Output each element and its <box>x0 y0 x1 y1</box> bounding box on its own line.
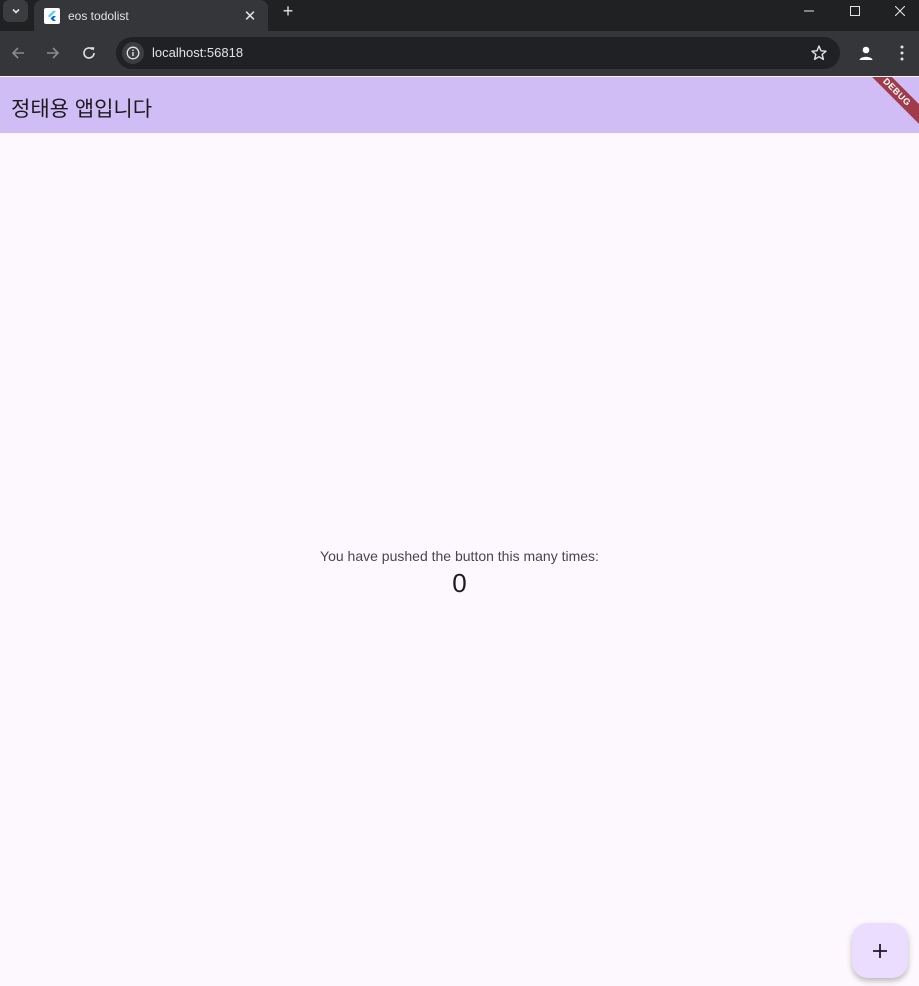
site-info-icon[interactable] <box>122 42 144 64</box>
page-title: 정태용 앱입니다 <box>11 98 153 121</box>
plus-icon <box>873 943 887 958</box>
maximize-button[interactable] <box>832 0 878 22</box>
forward-button[interactable] <box>39 39 67 67</box>
tab-title: eos todolist <box>68 8 129 23</box>
arrow-left-icon <box>11 47 24 59</box>
counter-area: You have pushed the button this many tim… <box>0 133 919 986</box>
tab-search-button[interactable] <box>3 0 28 22</box>
browser-toolbar: localhost:56818 <box>0 31 919 76</box>
arrow-right-icon <box>47 47 60 59</box>
minimize-button[interactable] <box>786 0 832 22</box>
browser-menu-button[interactable] <box>892 42 912 64</box>
app-viewport: 정태용 앱입니다 DEBUG You have pushed the butto… <box>0 77 919 986</box>
reload-button[interactable] <box>75 39 103 67</box>
close-icon <box>895 6 905 16</box>
browser-tab[interactable]: eos todolist ✕ <box>34 0 268 31</box>
minimize-icon <box>804 10 814 12</box>
maximize-icon <box>850 6 860 16</box>
close-tab-icon[interactable]: ✕ <box>242 7 258 25</box>
app-bar: 정태용 앱입니다 <box>0 77 919 133</box>
bookmark-star-icon[interactable] <box>810 44 828 62</box>
address-bar[interactable]: localhost:56818 <box>116 37 840 69</box>
profile-button[interactable] <box>855 42 877 64</box>
counter-label: You have pushed the button this many tim… <box>320 548 599 564</box>
new-tab-button[interactable]: + <box>278 2 298 20</box>
close-window-button[interactable] <box>877 0 919 22</box>
person-icon <box>859 46 873 60</box>
back-button[interactable] <box>4 39 32 67</box>
tab-strip: eos todolist ✕ + <box>0 0 919 31</box>
reload-icon <box>83 47 95 59</box>
chevron-down-icon <box>11 8 20 14</box>
url-text[interactable]: localhost:56818 <box>152 45 243 60</box>
increment-button[interactable] <box>852 923 908 978</box>
more-vert-icon <box>900 45 904 61</box>
flutter-icon <box>44 7 60 24</box>
counter-value: 0 <box>452 568 467 598</box>
